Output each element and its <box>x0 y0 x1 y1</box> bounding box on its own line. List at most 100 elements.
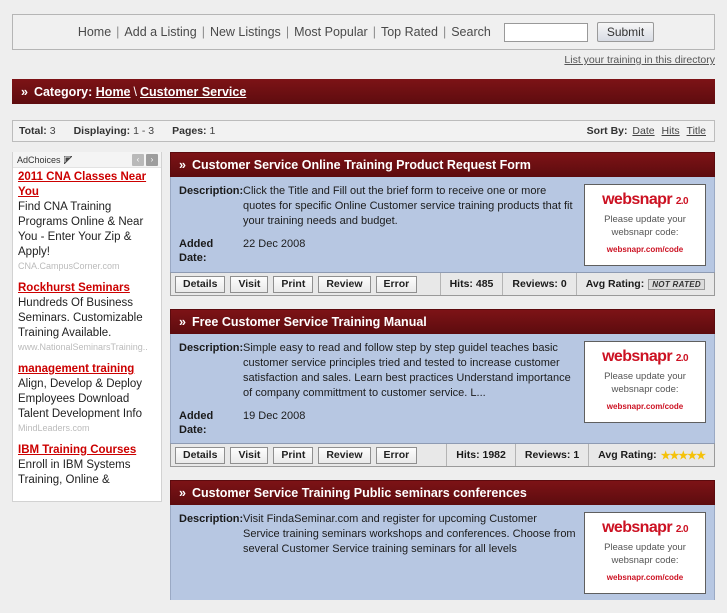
reviews-value: 1 <box>573 449 580 461</box>
added-date-value: 19 Dec 2008 <box>243 410 306 422</box>
nav-link-top-rated[interactable]: Top Rated <box>376 25 443 39</box>
chevron-right-icon: » <box>179 314 186 329</box>
reviews-label: Reviews: <box>524 449 571 461</box>
ad-description: Align, Develop & Deploy Employees Downlo… <box>18 378 143 420</box>
print-button[interactable]: Print <box>273 275 314 293</box>
list-your-training-link[interactable]: List your training in this directory <box>564 54 715 66</box>
nav-link-search[interactable]: Search <box>446 25 496 39</box>
listing-details: Description: Click the Title and Fill ou… <box>179 184 576 266</box>
websnapr-logo-text: websnapr <box>602 191 672 208</box>
ad-title-link[interactable]: management training <box>18 362 156 377</box>
ad-description: Enroll in IBM Systems Training, Online & <box>18 459 131 486</box>
hits-label: Hits: <box>449 278 473 290</box>
websnapr-message: Please update your websnapr code: <box>585 213 705 239</box>
listing-title: Customer Service Training Public seminar… <box>191 485 527 500</box>
details-button[interactable]: Details <box>175 446 226 464</box>
breadcrumb-label: Category: <box>33 84 93 99</box>
top-navigation-bar: Home | Add a Listing | New Listings | Mo… <box>12 14 715 50</box>
description-row: Description: Visit FindaSeminar.com and … <box>179 512 576 557</box>
hits-label: Hits: <box>456 449 480 461</box>
sort-link-hits[interactable]: Hits <box>660 125 682 137</box>
listing-buttons: Details Visit Print Review Error <box>171 273 418 295</box>
ad-prev-arrow-icon[interactable]: ‹ <box>132 153 144 166</box>
ad-next-arrow-icon[interactable]: › <box>146 153 158 166</box>
added-label-line1: Added <box>179 410 214 422</box>
listing-title: Customer Service Online Training Product… <box>191 157 531 172</box>
submit-button[interactable]: Submit <box>596 22 655 42</box>
websnapr-code-url: websnapr.com/code <box>606 402 684 411</box>
listing-buttons: Details Visit Print Review Error <box>171 444 418 466</box>
ad-title-link[interactable]: Rockhurst Seminars <box>18 281 156 296</box>
nav-link-add-a-listing[interactable]: Add a Listing <box>119 25 201 39</box>
rating-cell: Avg Rating: NOT RATED <box>575 273 714 295</box>
main-content: AdChoices ‹ › 2011 CNA Classes Near You … <box>12 152 715 613</box>
hits-cell: Hits: 1982 <box>446 444 515 466</box>
star-rating-icon: ★★★★★ <box>660 449 706 462</box>
listing-title: Free Customer Service Training Manual <box>191 314 427 329</box>
description-row: Description: Click the Title and Fill ou… <box>179 184 576 229</box>
displaying-value: 1 - 3 <box>133 125 155 137</box>
adchoices-label-group[interactable]: AdChoices <box>13 155 72 165</box>
review-button[interactable]: Review <box>318 275 371 293</box>
added-label-line2: Date: <box>179 424 207 436</box>
print-button[interactable]: Print <box>273 446 314 464</box>
list-item: Rockhurst Seminars Hundreds Of Business … <box>18 281 156 353</box>
listing-details: Description: Visit FindaSeminar.com and … <box>179 512 576 594</box>
adchoices-bar: AdChoices ‹ › <box>13 152 161 168</box>
breadcrumb-link-customer-service[interactable]: Customer Service <box>140 85 246 99</box>
description-label: Description: <box>179 342 244 354</box>
listing-details: Description: Simple easy to read and fol… <box>179 341 576 437</box>
reviews-label: Reviews: <box>512 278 558 290</box>
added-label-line1: Added <box>179 238 214 250</box>
list-item: 2011 CNA Classes Near You Find CNA Train… <box>18 170 156 272</box>
breadcrumb-link-home[interactable]: Home <box>96 85 131 99</box>
visit-button[interactable]: Visit <box>230 275 269 293</box>
error-button[interactable]: Error <box>375 275 418 293</box>
sort-link-date[interactable]: Date <box>630 125 656 137</box>
websnapr-logo: websnapr 2.0 <box>585 191 705 209</box>
rating-label: Avg Rating: <box>585 278 645 290</box>
nav-link-new-listings[interactable]: New Listings <box>205 25 286 39</box>
chevron-right-icon: » <box>21 84 28 99</box>
breadcrumb: » Category: Home \ Customer Service <box>12 79 715 104</box>
sort-by-label: Sort By: <box>586 125 628 137</box>
chevron-right-icon: » <box>179 157 186 172</box>
listing-title-bar[interactable]: » Customer Service Training Public semin… <box>170 480 715 505</box>
displaying-group: Displaying: 1 - 3 <box>74 125 155 137</box>
listing-body: Description: Click the Title and Fill ou… <box>170 177 715 272</box>
nav-link-home[interactable]: Home <box>73 25 116 39</box>
ad-title-link[interactable]: 2011 CNA Classes Near You <box>18 170 156 200</box>
top-navigation-links: Home | Add a Listing | New Listings | Mo… <box>73 22 655 42</box>
websnapr-message-line2: websnapr code: <box>611 384 679 395</box>
websnapr-thumbnail: websnapr 2.0 Please update your websnapr… <box>584 184 706 266</box>
breadcrumb-separator: \ <box>133 84 137 99</box>
websnapr-message-line1: Please update your <box>604 371 686 382</box>
websnapr-logo: websnapr 2.0 <box>585 519 705 537</box>
displaying-label: Displaying: <box>73 125 131 137</box>
status-badge: NOT RATED <box>648 278 705 290</box>
description-label: Description: <box>179 185 244 197</box>
ad-title-link[interactable]: IBM Training Courses <box>18 443 156 458</box>
sidebar-ad-panel: AdChoices ‹ › 2011 CNA Classes Near You … <box>12 152 162 502</box>
adchoices-label: AdChoices <box>17 154 61 165</box>
sort-link-title[interactable]: Title <box>685 125 708 137</box>
reviews-value: 0 <box>560 278 567 290</box>
review-button[interactable]: Review <box>318 446 371 464</box>
nav-link-most-popular[interactable]: Most Popular <box>289 25 373 39</box>
listing-body: Description: Visit FindaSeminar.com and … <box>170 505 715 600</box>
error-button[interactable]: Error <box>375 446 418 464</box>
sort-by-group: Sort By: Date Hits Title <box>587 125 708 137</box>
search-input[interactable] <box>503 22 588 42</box>
added-date-value: 22 Dec 2008 <box>243 238 306 250</box>
listing-action-bar: Details Visit Print Review Error Hits: 4… <box>170 272 715 296</box>
description-label: Description: <box>179 513 244 525</box>
visit-button[interactable]: Visit <box>230 446 269 464</box>
websnapr-version: 2.0 <box>675 353 689 364</box>
rating-cell: Avg Rating: ★★★★★ <box>588 444 714 466</box>
listing-results: » Customer Service Online Training Produ… <box>170 152 715 613</box>
listing-title-bar[interactable]: » Free Customer Service Training Manual <box>170 309 715 334</box>
listing-title-bar[interactable]: » Customer Service Online Training Produ… <box>170 152 715 177</box>
added-date-row: Added Date: 19 Dec 2008 <box>179 409 576 437</box>
list-your-training-row: List your training in this directory <box>0 54 715 66</box>
details-button[interactable]: Details <box>175 275 226 293</box>
